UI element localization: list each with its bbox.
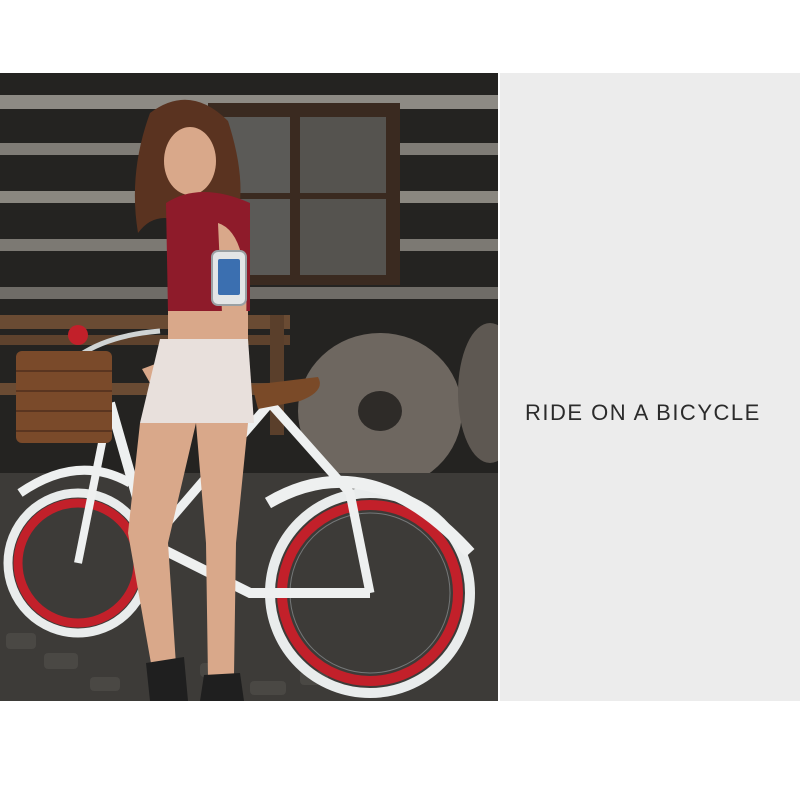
caption-panel: [500, 73, 800, 701]
product-photo: [0, 73, 498, 701]
caption-text: RIDE ON A BICYCLE: [525, 400, 761, 425]
photo-illustration: [0, 73, 498, 701]
